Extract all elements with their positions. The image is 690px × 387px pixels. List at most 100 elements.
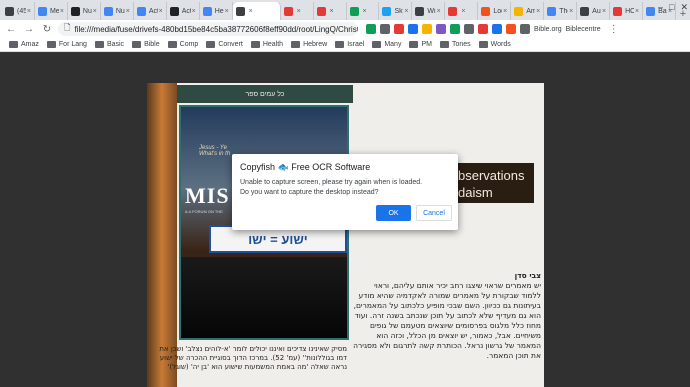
tab-close-icon[interactable]: ×	[602, 8, 606, 15]
hebrew-caption-text: מסיק שאינינו צדיכים ואיננו יכולים לומר '…	[159, 345, 347, 371]
address-text: file:///media/fuse/drivefs-480bd15be84c5…	[74, 24, 358, 34]
tab-title: Loc	[493, 7, 502, 15]
bookmark-folder[interactable]: Amaz	[6, 41, 42, 48]
tab-close-icon[interactable]: ×	[297, 8, 301, 15]
back-button[interactable]: ←	[4, 22, 18, 36]
tab-title: The	[559, 7, 568, 15]
bookmark-folder[interactable]: Israel	[332, 41, 367, 48]
article-author: צבי סדן	[514, 271, 541, 280]
browser-tab[interactable]: Me ×	[35, 2, 68, 20]
tab-close-icon[interactable]: ×	[225, 8, 229, 15]
browser-tab[interactable]: Am×	[511, 2, 545, 20]
folder-icon	[335, 41, 345, 48]
extension-icon[interactable]	[394, 24, 404, 34]
browser-tab[interactable]: Wi ×	[412, 2, 446, 20]
tab-title: Nu	[82, 7, 92, 15]
extension-icon[interactable]	[436, 24, 446, 34]
tab-favicon-icon	[646, 6, 656, 16]
browser-tab[interactable]: Act×	[134, 2, 167, 20]
bookmark-folder[interactable]: Hebrew	[288, 41, 330, 48]
bookmark-folder[interactable]: Bible	[129, 41, 163, 48]
extension-icon[interactable]	[422, 24, 432, 34]
extension-icon[interactable]	[366, 24, 376, 34]
folder-icon	[372, 41, 382, 48]
maximize-button[interactable]: □	[669, 2, 674, 13]
tab-close-icon[interactable]: ×	[503, 8, 507, 15]
tab-favicon-icon	[136, 6, 146, 16]
copyfish-dialog: Copyfish 🐟 Free OCR Software Unable to c…	[232, 154, 458, 230]
bookmark-label: PM	[421, 41, 432, 48]
fish-icon: 🐟	[277, 162, 289, 172]
browser-tab[interactable]: ×	[281, 2, 314, 20]
folder-icon	[9, 41, 18, 48]
browser-tab[interactable]: (45×	[2, 2, 35, 20]
bookmark-folder[interactable]: Health	[248, 41, 286, 48]
extension-icon[interactable]	[520, 24, 530, 34]
browser-tab[interactable]: ×	[314, 2, 347, 20]
menu-icon[interactable]: ⋮	[609, 24, 619, 35]
extension-icon[interactable]	[408, 24, 418, 34]
reload-button[interactable]: ↻	[40, 22, 54, 36]
tab-close-icon[interactable]: ×	[159, 8, 163, 15]
bookmark-folder[interactable]: Words	[476, 41, 514, 48]
extension-icon[interactable]	[478, 24, 488, 34]
browser-tab[interactable]: The×	[544, 2, 578, 20]
close-window-button[interactable]: ✕	[680, 2, 688, 13]
folder-icon	[250, 41, 260, 48]
tab-close-icon[interactable]: ×	[461, 8, 465, 15]
browser-tab[interactable]: Heb×	[200, 2, 233, 20]
tab-close-icon[interactable]: ×	[635, 8, 639, 15]
browser-tab[interactable]: Nu ×	[101, 2, 134, 20]
forward-button[interactable]: →	[22, 22, 36, 36]
extension-icon[interactable]	[492, 24, 502, 34]
browser-tab[interactable]: ×	[445, 2, 479, 20]
tab-favicon-icon	[382, 6, 392, 16]
ok-button[interactable]: OK	[376, 205, 411, 221]
bible-org-extension[interactable]: Bible.org	[534, 26, 562, 33]
extension-icon[interactable]	[506, 24, 516, 34]
magazine-title: MIS	[185, 183, 230, 208]
browser-tab[interactable]: Loc×	[478, 2, 512, 20]
tab-close-icon[interactable]: ×	[330, 8, 334, 15]
tab-close-icon[interactable]: ×	[569, 8, 573, 15]
bookmark-folder[interactable]: Comp	[165, 41, 202, 48]
tab-title: Me	[49, 7, 59, 15]
tab-close-icon[interactable]: ×	[536, 8, 540, 15]
bookmark-folder[interactable]: For Lang	[44, 41, 90, 48]
cancel-button[interactable]: Cancel	[416, 205, 452, 221]
biblecentre-extension[interactable]: Biblecentre	[566, 26, 601, 33]
browser-tab[interactable]: Aut×	[577, 2, 611, 20]
tab-close-icon[interactable]: ×	[60, 8, 64, 15]
tab-close-icon[interactable]: ×	[93, 8, 97, 15]
spine-band: כל עמים ספר	[177, 85, 353, 103]
sign-text: Jesus - Ye What's in th	[199, 145, 231, 157]
bookmark-folder[interactable]: Basic	[92, 41, 127, 48]
bookmark-folder[interactable]: Many	[369, 41, 404, 48]
tab-close-icon[interactable]: ×	[27, 8, 31, 15]
browser-tab[interactable]: Sky×	[379, 2, 413, 20]
minimize-button[interactable]: –	[658, 2, 663, 13]
hebrew-article-text: צבי סדן יש מאמרים שראוי שיצגו רחב יכיר א…	[353, 271, 541, 387]
bookmark-folder[interactable]: Convert	[203, 41, 246, 48]
browser-tab[interactable]: ×	[347, 2, 380, 20]
browser-tab[interactable]: HO×	[610, 2, 644, 20]
tab-close-icon[interactable]: ×	[249, 8, 253, 15]
bookmark-folder[interactable]: Tones	[437, 41, 474, 48]
extension-icon[interactable]	[464, 24, 474, 34]
tab-close-icon[interactable]: ×	[404, 8, 408, 15]
dialog-title-rest: Free OCR Software	[291, 162, 371, 172]
window-controls: – □ ✕	[658, 2, 688, 13]
bookmark-folder[interactable]: PM	[406, 41, 435, 48]
extension-icon[interactable]	[450, 24, 460, 34]
browser-tab[interactable]: ×	[232, 2, 281, 20]
tab-close-icon[interactable]: ×	[437, 8, 441, 15]
extension-icon[interactable]	[380, 24, 390, 34]
tab-close-icon[interactable]: ×	[126, 8, 130, 15]
browser-tab[interactable]: Nu ×	[68, 2, 101, 20]
bookmarks-bar: Amaz For Lang Basic Bible Comp Convert Health H…	[0, 38, 690, 52]
browser-tab[interactable]: Act×	[167, 2, 200, 20]
tab-strip: (45×Me×Nu×Nu×Act×Act×Heb×××××Sky×Wi××Loc…	[0, 0, 690, 20]
address-bar[interactable]: 🗋 file:///media/fuse/drivefs-480bd15be84…	[58, 22, 358, 36]
tab-close-icon[interactable]: ×	[363, 8, 367, 15]
tab-close-icon[interactable]: ×	[192, 8, 196, 15]
